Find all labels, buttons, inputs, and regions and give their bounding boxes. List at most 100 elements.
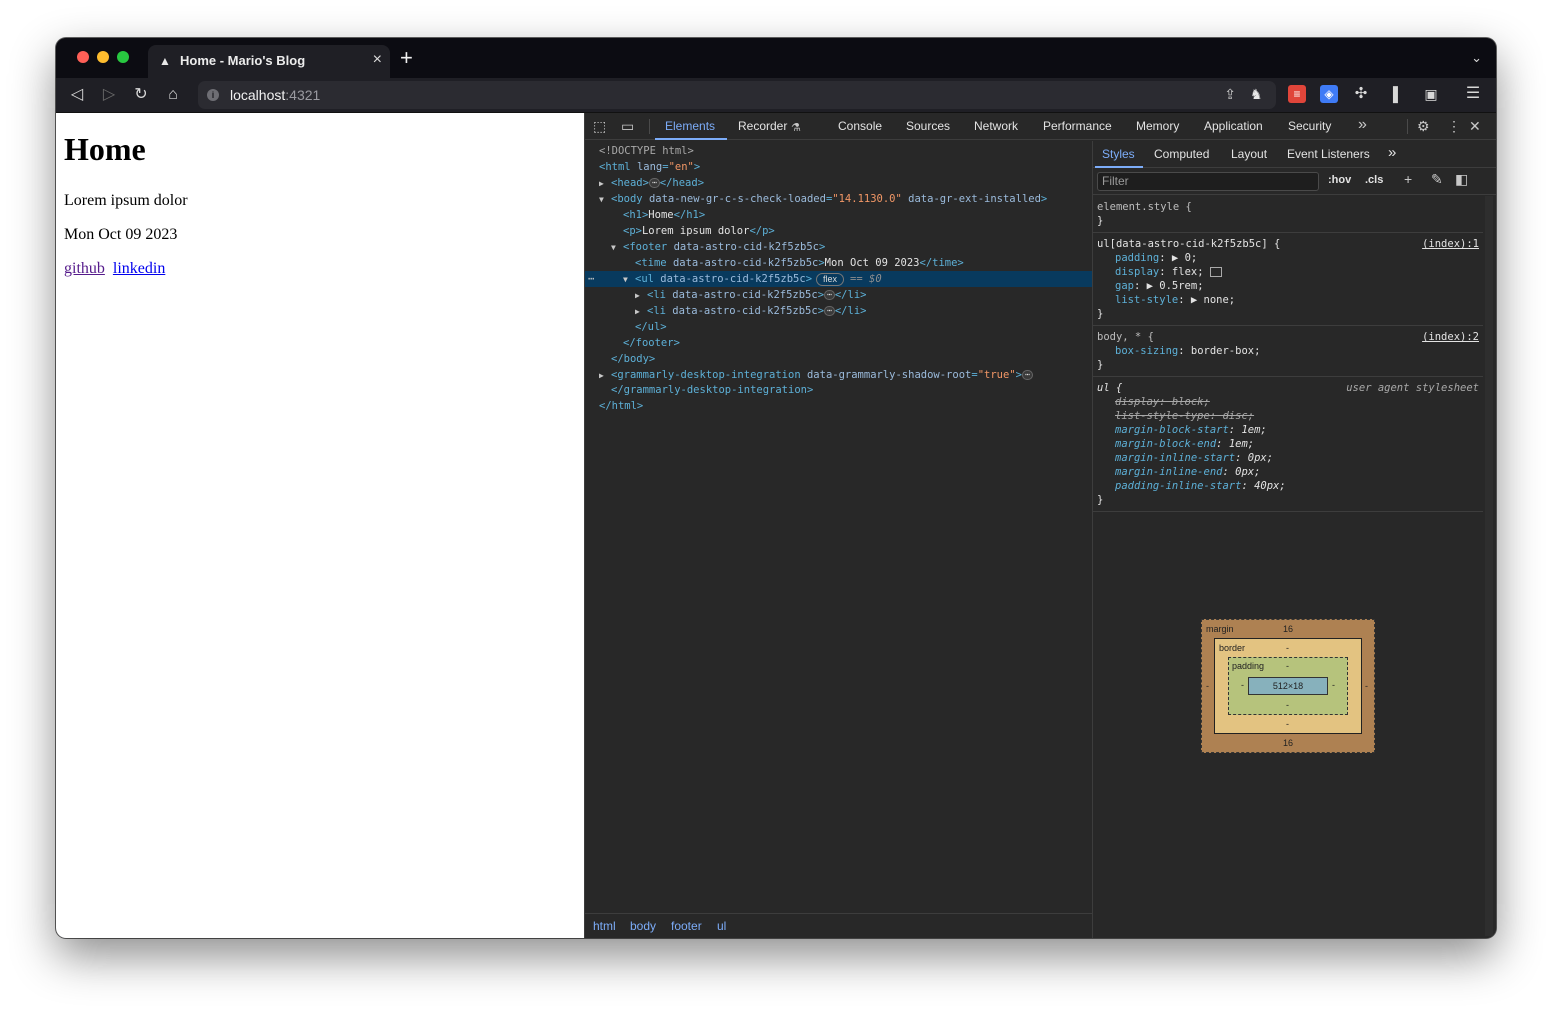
- style-property[interactable]: margin-inline-end: 0px;: [1097, 465, 1483, 479]
- style-property[interactable]: padding: ▶ 0;: [1097, 251, 1483, 265]
- tab-application[interactable]: Application: [1204, 119, 1263, 133]
- margin-top-value[interactable]: 16: [1283, 624, 1293, 634]
- reload-icon[interactable]: ↻: [130, 84, 152, 106]
- tab-network[interactable]: Network: [974, 119, 1018, 133]
- tree-node-time[interactable]: <time data-astro-cid-k2f5zb5c>Mon Oct 09…: [585, 255, 1092, 271]
- tree-node-li[interactable]: ▶ <li data-astro-cid-k2f5zb5c> ⋯ </li>: [585, 287, 1092, 303]
- border-bottom-value[interactable]: -: [1286, 719, 1289, 729]
- rule-selector[interactable]: body, * {: [1097, 331, 1154, 343]
- tab-event-listeners[interactable]: Event Listeners: [1287, 147, 1370, 161]
- tree-node-doctype[interactable]: <!DOCTYPE html>: [585, 143, 1092, 159]
- margin-right-value[interactable]: -: [1365, 681, 1368, 691]
- ellipsis-icon[interactable]: ⋯: [648, 178, 660, 188]
- tab-memory[interactable]: Memory: [1136, 119, 1179, 133]
- rule-selector[interactable]: ul {: [1097, 382, 1122, 394]
- extensions-puzzle-icon[interactable]: ✣: [1352, 85, 1370, 103]
- settings-gear-icon[interactable]: ⚙: [1417, 117, 1430, 135]
- tree-node-h1[interactable]: <h1>Home</h1>: [585, 207, 1092, 223]
- inspect-element-icon[interactable]: ⬚: [593, 117, 606, 135]
- style-property[interactable]: margin-inline-start: 0px;: [1097, 451, 1483, 465]
- extension-bitwarden-icon[interactable]: ◈: [1320, 85, 1338, 103]
- padding-bottom-value[interactable]: -: [1286, 700, 1289, 710]
- breadcrumb-footer[interactable]: footer: [671, 919, 702, 933]
- hov-button[interactable]: :hov: [1328, 174, 1351, 186]
- tab-security[interactable]: Security: [1288, 119, 1331, 133]
- box-model-margin[interactable]: margin 16 16 - - border - - padding - - …: [1201, 619, 1375, 753]
- github-link[interactable]: github: [64, 260, 105, 278]
- styles-filter-input[interactable]: Filter: [1097, 172, 1319, 191]
- tree-node-body[interactable]: ▼ <body data-new-gr-c-s-check-loaded="14.…: [585, 191, 1092, 207]
- minimize-window-button[interactable]: [97, 51, 109, 63]
- margin-left-value[interactable]: -: [1206, 681, 1209, 691]
- browser-tab[interactable]: ▲ Home - Mario's Blog ×: [148, 45, 390, 78]
- styles-scrollbar[interactable]: [1485, 196, 1493, 936]
- tab-recorder[interactable]: Recorder: [738, 119, 787, 133]
- style-property[interactable]: box-sizing: border-box;: [1097, 344, 1483, 358]
- tab-layout[interactable]: Layout: [1231, 147, 1267, 161]
- forward-icon[interactable]: ▷: [98, 84, 120, 106]
- rule-source-link[interactable]: (index):2: [1422, 330, 1479, 344]
- close-window-button[interactable]: [77, 51, 89, 63]
- tree-node-body-close[interactable]: </body>: [585, 351, 1092, 367]
- expand-triangle-icon[interactable]: ▶: [635, 288, 647, 304]
- style-property-overridden[interactable]: list-style-type: disc;: [1097, 409, 1483, 423]
- address-bar[interactable]: i localhost:4321 ⇪ ♞: [198, 81, 1276, 109]
- padding-right-value[interactable]: -: [1332, 680, 1335, 690]
- url-text[interactable]: localhost:4321: [230, 87, 320, 103]
- tree-node-head[interactable]: ▶ <head> ⋯ </head>: [585, 175, 1092, 191]
- expand-triangle-icon[interactable]: ▶: [635, 304, 647, 320]
- device-toolbar-icon[interactable]: ▭: [621, 117, 634, 135]
- collapse-triangle-icon[interactable]: ▼: [611, 240, 623, 256]
- tree-node-ul-selected[interactable]: ⋯ ▼ <ul data-astro-cid-k2f5zb5c> flex == $0: [585, 271, 1092, 287]
- tree-node-footer[interactable]: ▼ <footer data-astro-cid-k2f5zb5c>: [585, 239, 1092, 255]
- box-model-padding[interactable]: padding - - - - 512×18: [1228, 657, 1348, 715]
- maximize-window-button[interactable]: [117, 51, 129, 63]
- tab-console[interactable]: Console: [838, 119, 882, 133]
- style-property[interactable]: margin-block-start: 1em;: [1097, 423, 1483, 437]
- tree-node-p[interactable]: <p>Lorem ipsum dolor</p>: [585, 223, 1092, 239]
- ellipsis-icon[interactable]: ⋯: [824, 290, 835, 300]
- flexbox-editor-icon[interactable]: [1209, 267, 1222, 277]
- breadcrumb-html[interactable]: html: [593, 919, 616, 933]
- tree-node-grammarly-close[interactable]: </grammarly-desktop-integration>: [585, 382, 1092, 398]
- tree-node-grammarly[interactable]: ▶ <grammarly-desktop-integration data-gra…: [585, 367, 1092, 383]
- toggle-computed-sidebar-icon[interactable]: ◧: [1455, 171, 1468, 188]
- tree-node-ul-close[interactable]: </ul>: [585, 319, 1092, 335]
- ellipsis-icon[interactable]: ⋯: [1021, 370, 1033, 380]
- tab-styles[interactable]: Styles: [1102, 147, 1135, 161]
- style-property[interactable]: margin-block-end: 1em;: [1097, 437, 1483, 451]
- sidebar-toggle-icon[interactable]: ▐: [1384, 85, 1402, 103]
- more-tabs-icon[interactable]: »: [1358, 116, 1367, 134]
- tree-node-li[interactable]: ▶ <li data-astro-cid-k2f5zb5c> ⋯ </li>: [585, 303, 1092, 319]
- margin-bottom-value[interactable]: 16: [1283, 738, 1293, 748]
- cls-button[interactable]: .cls: [1365, 174, 1383, 186]
- ellipsis-icon[interactable]: ⋯: [824, 306, 835, 316]
- more-sidebar-tabs-icon[interactable]: »: [1388, 144, 1396, 161]
- back-icon[interactable]: ◁: [66, 84, 88, 106]
- new-style-rule-icon[interactable]: +: [1404, 171, 1412, 187]
- tree-node-html[interactable]: <html lang="en">: [585, 159, 1092, 175]
- rule-selector[interactable]: ul[data-astro-cid-k2f5zb5c] {: [1097, 238, 1280, 250]
- linkedin-link[interactable]: linkedin: [113, 260, 165, 278]
- padding-top-value[interactable]: -: [1286, 661, 1289, 671]
- tab-sources[interactable]: Sources: [906, 119, 950, 133]
- style-property-overridden[interactable]: display: block;: [1097, 395, 1483, 409]
- kebab-menu-icon[interactable]: ⋮: [1447, 117, 1461, 135]
- flex-badge[interactable]: flex: [816, 272, 845, 286]
- tab-close-icon[interactable]: ×: [373, 51, 382, 69]
- box-model-content[interactable]: 512×18: [1248, 677, 1328, 695]
- box-model-border[interactable]: border - - padding - - - - 512×18: [1214, 638, 1362, 734]
- rule-source-link[interactable]: (index):1: [1422, 237, 1479, 251]
- tab-computed[interactable]: Computed: [1154, 147, 1209, 161]
- padding-left-value[interactable]: -: [1241, 680, 1244, 690]
- border-top-value[interactable]: -: [1286, 643, 1289, 653]
- style-property[interactable]: padding-inline-start: 40px;: [1097, 479, 1483, 493]
- style-property[interactable]: list-style: ▶ none;: [1097, 293, 1483, 307]
- collapse-triangle-icon[interactable]: ▼: [599, 192, 611, 208]
- style-property[interactable]: display: flex;: [1097, 265, 1483, 279]
- breadcrumb-body[interactable]: body: [630, 919, 656, 933]
- expand-triangle-icon[interactable]: ▶: [599, 176, 611, 192]
- close-devtools-icon[interactable]: ✕: [1469, 117, 1481, 135]
- site-info-icon[interactable]: i: [207, 89, 219, 101]
- breadcrumb-ul[interactable]: ul: [717, 919, 726, 933]
